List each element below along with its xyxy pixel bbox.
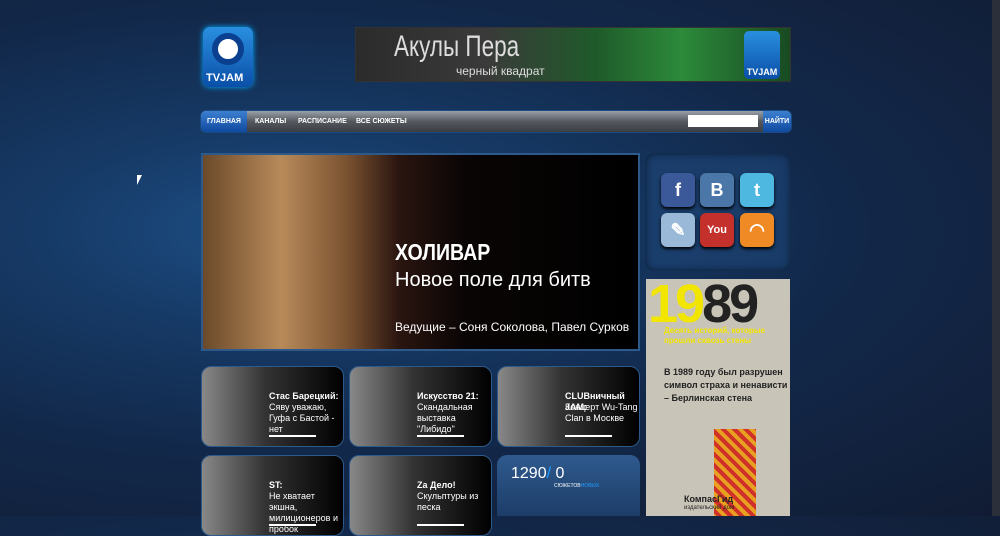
nav-schedule[interactable]: РАСПИСАНИЕ <box>292 111 353 132</box>
tile-description: Концерт Wu-Tang Clan в Москве <box>565 402 638 423</box>
banner-logo: TVJAM <box>744 31 780 79</box>
counter-label-new: НОВЫХ <box>580 483 600 489</box>
counter-new: 0 <box>551 465 565 482</box>
ad-subtitle: Десять историй, которые прошли сквозь ст… <box>664 326 766 345</box>
logo-mark <box>212 33 244 65</box>
banner-subtitle: черный квадрат <box>456 64 545 78</box>
main-nav: ГЛАВНАЯ КАНАЛЫ РАСПИСАНИЕ ВСЕ СЮЖЕТЫ НАЙ… <box>200 110 792 133</box>
counter-total: 1290 <box>511 465 547 482</box>
hero-subtitle: Новое поле для битв <box>395 269 591 291</box>
search-button[interactable]: НАЙТИ <box>763 111 791 132</box>
hero-feature[interactable]: ХОЛИВАР Новое поле для битв Ведущие – Со… <box>201 153 640 351</box>
mouse-cursor <box>137 175 142 185</box>
book-ad[interactable]: 1989 Десять историй, которые прошли скво… <box>646 279 790 516</box>
tile-title: Стас Барецкий: <box>269 391 339 401</box>
facebook-icon[interactable]: f <box>661 173 695 207</box>
ad-text: В 1989 году был разрушен символ страха и… <box>664 367 788 403</box>
banner-ad[interactable]: Акулы Пера черный квадрат TVJAM <box>355 27 791 82</box>
counter-label-stories: СЮЖЕТОВ <box>554 483 581 489</box>
tile-underline <box>565 435 612 437</box>
banner-title: Акулы Пера <box>394 30 520 63</box>
tvjam-logo[interactable]: TVJAM <box>203 27 253 87</box>
story-counter: 1290/ 0 СЮЖЕТОВНОВЫХ <box>497 455 640 516</box>
story-tile[interactable]: ST: Не хватает экшна, милиционеров и проб… <box>201 455 344 536</box>
story-tile[interactable]: Стас Барецкий: Сяву уважаю, Гуфа с Бастой… <box>201 366 344 447</box>
ad-publisher: КомпасГид <box>684 494 734 504</box>
tile-title: ST: <box>269 480 283 490</box>
nav-home[interactable]: ГЛАВНАЯ <box>201 111 247 132</box>
rss-icon[interactable]: ◠ <box>740 213 774 247</box>
hero-hosts: Ведущие – Соня Соколова, Павел Сурков <box>395 320 630 334</box>
tile-description: Скандальная выставка "Либидо" <box>417 402 473 434</box>
tile-underline <box>417 435 464 437</box>
tile-description: Сяву уважаю, Гуфа с Бастой - нет <box>269 402 335 434</box>
tile-title: Искусство 21: <box>417 391 479 401</box>
livejournal-icon[interactable]: ✎ <box>661 213 695 247</box>
search-input[interactable] <box>688 115 758 127</box>
nav-all-stories[interactable]: ВСЕ СЮЖЕТЫ <box>350 111 413 132</box>
tile-underline <box>269 524 316 526</box>
tile-description: Скульптуры из песка <box>417 491 479 512</box>
scrollbar[interactable] <box>992 0 1000 516</box>
tile-description: Не хватает экшна, милиционеров и пробок <box>269 491 338 534</box>
nav-channels[interactable]: КАНАЛЫ <box>249 111 292 132</box>
ad-publisher-sub: издательский дом <box>684 505 735 511</box>
twitter-icon[interactable]: t <box>740 173 774 207</box>
tile-title: Za Дело! <box>417 480 456 490</box>
vkontakte-icon[interactable]: B <box>700 173 734 207</box>
tile-underline <box>269 435 316 437</box>
story-tile[interactable]: Za Дело! Скульптуры из песка <box>349 455 492 536</box>
youtube-icon[interactable]: You <box>700 213 734 247</box>
tile-underline <box>417 524 464 526</box>
story-tile[interactable]: Искусство 21: Скандальная выставка "Либид… <box>349 366 492 447</box>
story-tile[interactable]: CLUBничный JAM: Концерт Wu-Tang Clan в Мо… <box>497 366 640 447</box>
social-panel: f Bt ✎ You ◠ <box>645 153 791 271</box>
hero-title: ХОЛИВАР <box>395 239 491 265</box>
logo-text: TVJAM <box>206 72 244 84</box>
